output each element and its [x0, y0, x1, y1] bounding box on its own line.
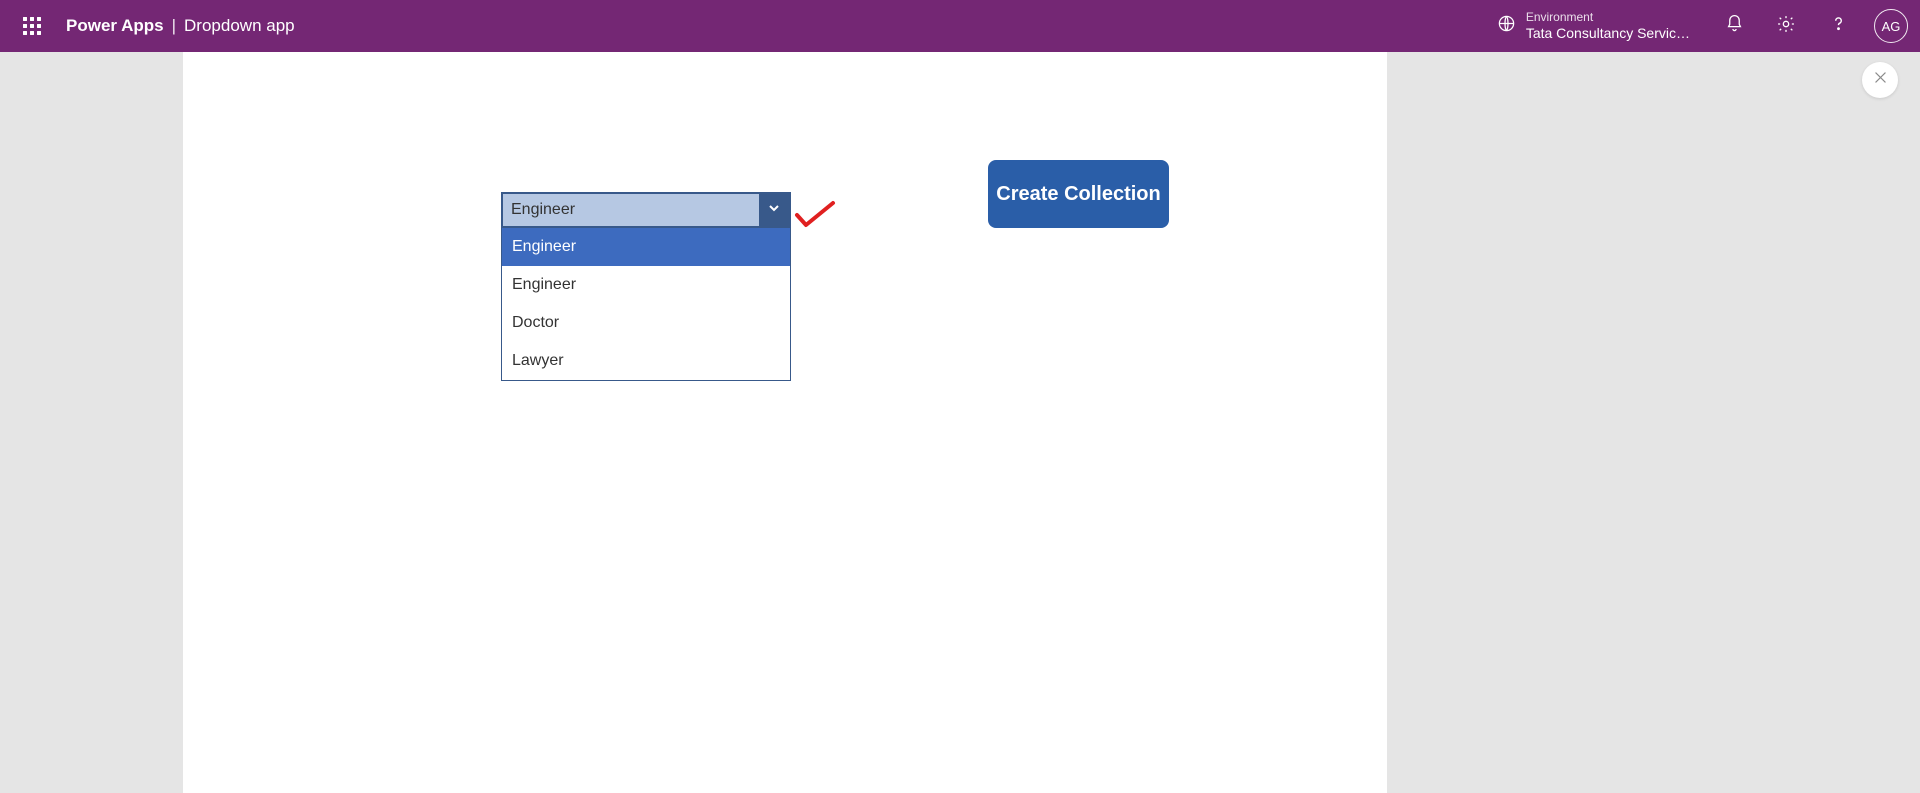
app-name: Dropdown app [184, 16, 295, 36]
gear-icon [1776, 14, 1796, 39]
app-canvas: Engineer Engineer Engineer Doctor Lawyer [183, 52, 1387, 793]
help-icon [1829, 14, 1848, 38]
header-title-block: Power Apps | Dropdown app [66, 16, 295, 36]
bell-icon [1725, 14, 1744, 38]
product-name[interactable]: Power Apps [66, 16, 164, 36]
help-button[interactable] [1816, 4, 1860, 48]
dropdown-list: Engineer Engineer Doctor Lawyer [501, 228, 791, 381]
dropdown-option[interactable]: Engineer [502, 228, 790, 266]
waffle-icon [23, 17, 41, 35]
environment-name: Tata Consultancy Servic… [1526, 25, 1690, 41]
dropdown-option[interactable]: Engineer [502, 266, 790, 304]
header-separator: | [172, 16, 176, 36]
waffle-button[interactable] [12, 6, 52, 46]
app-header: Power Apps | Dropdown app Environment Ta… [0, 0, 1920, 52]
dropdown-selected-text: Engineer [503, 194, 759, 226]
canvas-area: Engineer Engineer Engineer Doctor Lawyer [0, 52, 1920, 793]
notifications-button[interactable] [1712, 4, 1756, 48]
settings-button[interactable] [1764, 4, 1808, 48]
globe-icon [1497, 14, 1516, 38]
dropdown-option[interactable]: Lawyer [502, 342, 790, 380]
annotation-checkmark [793, 199, 837, 233]
close-icon [1872, 69, 1889, 91]
create-collection-button[interactable]: Create Collection [988, 160, 1169, 228]
environment-picker[interactable]: Environment Tata Consultancy Servic… [1497, 11, 1690, 41]
header-right: Environment Tata Consultancy Servic… [1497, 4, 1908, 48]
close-preview-button[interactable] [1862, 62, 1898, 98]
dropdown-option[interactable]: Doctor [502, 304, 790, 342]
dropdown-chevron-box [759, 194, 789, 226]
environment-label: Environment [1526, 11, 1690, 25]
environment-texts: Environment Tata Consultancy Servic… [1526, 11, 1690, 41]
button-label: Create Collection [996, 183, 1160, 206]
avatar-initials: AG [1882, 19, 1901, 34]
chevron-down-icon [766, 200, 782, 221]
profession-dropdown: Engineer Engineer Engineer Doctor Lawyer [501, 192, 791, 381]
user-avatar[interactable]: AG [1874, 9, 1908, 43]
dropdown-selected[interactable]: Engineer [501, 192, 791, 228]
